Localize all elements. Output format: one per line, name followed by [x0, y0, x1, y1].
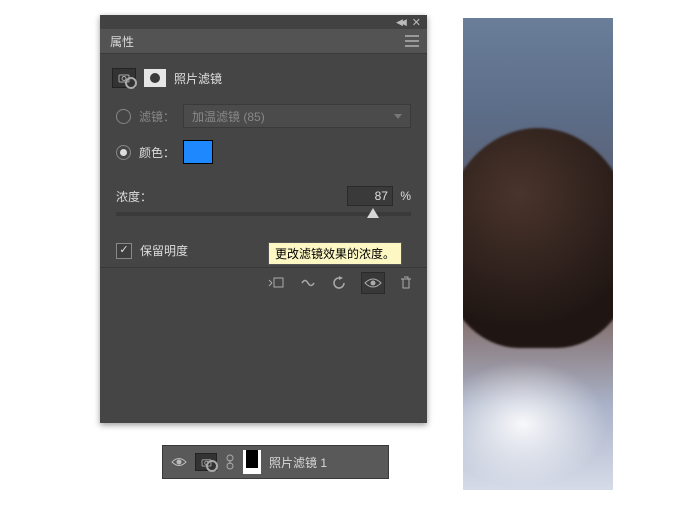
reset-icon[interactable] [329, 273, 351, 293]
image-preview [463, 18, 613, 490]
filter-option-row: 滤镜： 加温滤镜 (85) [100, 98, 427, 134]
layer-name[interactable]: 照片滤镜 1 [269, 454, 327, 471]
color-option-row: 颜色： [100, 134, 427, 170]
layer-mask-thumbnail[interactable] [243, 450, 261, 474]
color-label: 颜色： [139, 144, 175, 161]
density-slider[interactable] [116, 212, 411, 216]
panel-header: 属性 [100, 29, 427, 54]
visibility-icon[interactable] [361, 272, 385, 294]
clip-to-layer-icon[interactable] [265, 273, 287, 293]
mask-icon[interactable] [144, 69, 166, 87]
color-radio[interactable] [116, 145, 131, 160]
filter-label: 滤镜： [139, 108, 175, 125]
filter-radio[interactable] [116, 109, 131, 124]
delete-icon[interactable] [395, 273, 417, 293]
collapse-panel-icon[interactable]: ◀◀ [396, 17, 404, 28]
panel-body: 照片滤镜 滤镜： 加温滤镜 (85) 颜色： 浓度： % [100, 54, 427, 423]
color-swatch[interactable] [183, 140, 213, 164]
adjustment-header: 照片滤镜 [100, 64, 427, 98]
filter-dropdown-value: 加温滤镜 (85) [192, 108, 265, 125]
density-label: 浓度： [116, 188, 152, 205]
view-previous-icon[interactable] [297, 273, 319, 293]
panel-title: 属性 [110, 33, 134, 50]
close-panel-icon[interactable]: ✕ [412, 16, 421, 29]
filter-dropdown: 加温滤镜 (85) [183, 104, 411, 128]
panel-footer [100, 267, 427, 298]
properties-panel: ◀◀ ✕ 属性 照片滤镜 滤镜： 加温滤镜 (85) 颜色： [100, 15, 427, 423]
layer-link-icon [225, 454, 235, 470]
density-value-input[interactable] [347, 186, 393, 206]
adjustment-name: 照片滤镜 [174, 70, 222, 87]
chevron-down-icon [394, 114, 402, 119]
preserve-luminosity-checkbox[interactable] [116, 243, 132, 259]
flyout-menu-icon[interactable] [405, 35, 419, 47]
layer-row[interactable]: 照片滤镜 1 [162, 445, 389, 479]
density-block: 浓度： % [100, 170, 427, 234]
panel-tabrow: ◀◀ ✕ [100, 15, 427, 29]
density-unit: % [400, 189, 411, 203]
preserve-luminosity-label: 保留明度 [140, 242, 188, 259]
layer-visibility-icon[interactable] [171, 454, 187, 470]
density-tooltip: 更改滤镜效果的浓度。 [268, 242, 402, 265]
density-slider-thumb[interactable] [367, 208, 379, 218]
adjustment-icon[interactable] [112, 68, 136, 88]
layer-adjustment-icon [195, 453, 217, 471]
